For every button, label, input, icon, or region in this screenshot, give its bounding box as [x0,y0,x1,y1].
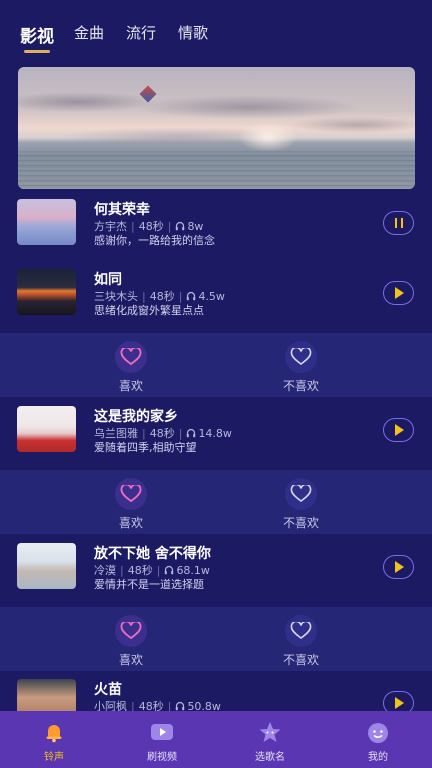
song-item[interactable]: 这是我的家乡 乌兰图雅 | 48秒 | 14.8w 爱随着四季,相助守望 [0,406,432,470]
like-label: 喜欢 [118,379,143,393]
heart-icon [120,485,142,503]
dislike-button[interactable]: 不喜欢 [256,615,346,668]
headphones-icon [176,221,185,231]
tab-pop[interactable]: 流行 [126,22,156,43]
heart-outline-icon [290,348,312,365]
heart-icon [120,622,142,640]
song-title: 放不下她 舍不得你 [94,546,211,562]
bottom-nav: 铃声 刷视频 选歌名 我的 [0,711,432,768]
heart-icon-wrap [115,341,147,373]
pause-button[interactable] [383,211,414,235]
tab-movie[interactable]: 影视 [20,22,54,53]
play-icon [395,561,404,573]
song-desc: 爱情并不是一道选择题 [94,578,204,591]
tab-love[interactable]: 情歌 [178,22,208,43]
song-title: 如同 [94,272,122,288]
song-desc: 思绪化成窗外繁星点点 [94,304,204,317]
song-item[interactable]: 放不下她 舍不得你 冷漠 | 48秒 | 68.1w 爱情并不是一道选择题 [0,543,432,607]
star-icon [259,722,281,742]
song-item[interactable]: 如同 三块木头 | 48秒 | 4.5w 思绪化成窗外繁星点点 [0,269,432,333]
heart-icon-wrap [115,478,147,510]
heart-icon-wrap [285,341,317,373]
nav-ringtone[interactable]: 铃声 [0,711,108,768]
nav-mine[interactable]: 我的 [324,711,432,768]
nav-label: 我的 [368,752,388,763]
category-tabs: 影视 金曲 流行 情歌 [0,0,432,56]
nav-pick-song[interactable]: 选歌名 [216,711,324,768]
dislike-button[interactable]: 不喜欢 [256,478,346,531]
dislike-label: 不喜欢 [282,516,319,530]
song-cover [17,269,76,315]
nav-label: 刷视频 [147,752,177,763]
feedback-bar: 喜欢 不喜欢 [0,607,432,671]
like-button[interactable]: 喜欢 [86,478,176,531]
play-button[interactable] [383,418,414,442]
like-button[interactable]: 喜欢 [86,341,176,394]
heart-outline-icon [290,485,312,502]
pause-icon [394,218,403,228]
headphones-icon [176,701,185,711]
song-item[interactable]: 何其荣幸 方宇杰 | 48秒 | 8w 感谢你，一路给我的信念 [0,199,432,263]
like-button[interactable]: 喜欢 [86,615,176,668]
heart-icon-wrap [285,478,317,510]
heart-outline-icon [290,622,312,639]
play-icon [395,287,404,299]
feedback-bar: 喜欢 不喜欢 [0,470,432,534]
heart-icon-wrap [115,615,147,647]
song-plays: 14.8w [198,427,232,440]
song-title: 何其荣幸 [94,202,150,218]
song-desc: 爱随着四季,相助守望 [94,441,197,454]
banner-clouds [18,67,415,147]
headphones-icon [187,428,196,438]
song-cover [17,406,76,452]
heart-icon [120,348,142,366]
headphones-icon [165,565,174,575]
smile-icon [368,723,388,743]
play-icon [395,697,404,709]
play-button[interactable] [383,555,414,579]
video-icon [151,724,173,740]
song-cover [17,199,76,245]
dislike-label: 不喜欢 [282,379,319,393]
banner-image[interactable] [18,67,415,189]
song-desc: 感谢你，一路给我的信念 [94,234,215,247]
banner-sun-glow [238,122,298,152]
headphones-icon [187,291,196,301]
tab-hits[interactable]: 金曲 [74,22,104,43]
song-title: 这是我的家乡 [94,409,178,425]
nav-label: 铃声 [44,752,64,763]
bell-icon [46,725,62,743]
nav-label: 选歌名 [255,752,285,763]
dislike-label: 不喜欢 [282,653,319,667]
dislike-button[interactable]: 不喜欢 [256,341,346,394]
play-button[interactable] [383,281,414,305]
song-cover [17,543,76,589]
heart-icon-wrap [285,615,317,647]
nav-video[interactable]: 刷视频 [108,711,216,768]
feedback-bar: 喜欢 不喜欢 [0,333,432,397]
song-title: 火苗 [94,682,122,698]
banner-sea [18,151,415,189]
like-label: 喜欢 [118,653,143,667]
play-icon [395,424,404,436]
like-label: 喜欢 [118,516,143,530]
